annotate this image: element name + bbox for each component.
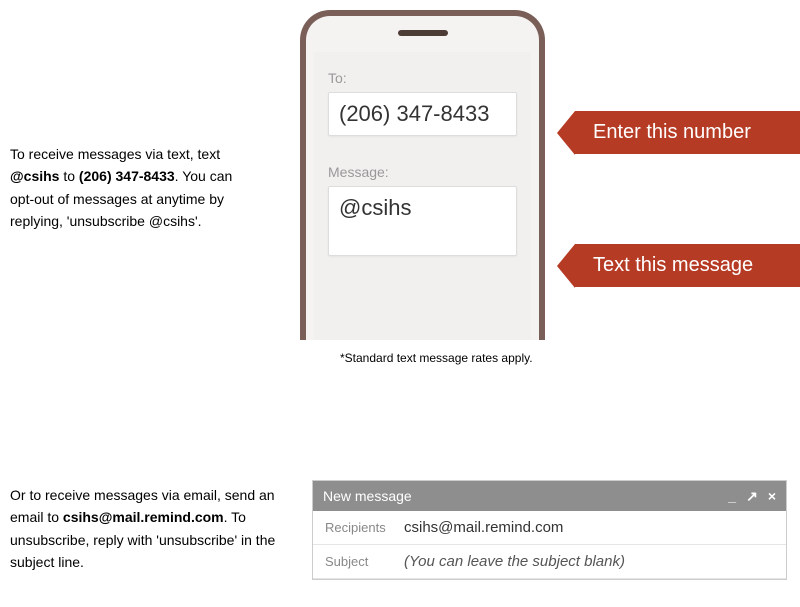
subject-label: Subject <box>325 554 390 569</box>
text-code: @csihs <box>10 168 59 184</box>
email-address: csihs@mail.remind.com <box>63 509 224 525</box>
text-instructions-prefix: To receive messages via text, text <box>10 146 220 162</box>
compose-title: New message <box>323 488 412 504</box>
text-signup-section: To receive messages via text, text @csih… <box>0 0 800 370</box>
rates-note: *Standard text message rates apply. <box>340 351 533 365</box>
callout-enter-number: Enter this number <box>575 111 800 154</box>
compose-window-controls: _ ↗ × <box>728 489 776 503</box>
phone-mockup: To: (206) 347-8433 Message: @csihs <box>300 10 545 340</box>
compose-header: New message _ ↗ × <box>313 481 786 511</box>
phone-screen: To: (206) 347-8433 Message: @csihs <box>314 52 531 340</box>
text-phone-number: (206) 347-8433 <box>79 168 175 184</box>
minimize-icon[interactable]: _ <box>728 489 736 503</box>
close-icon[interactable]: × <box>768 489 776 503</box>
to-field: To: (206) 347-8433 <box>328 70 517 136</box>
subject-placeholder: (You can leave the subject blank) <box>404 553 625 570</box>
message-value: @csihs <box>339 195 506 221</box>
email-compose-window: New message _ ↗ × Recipients csihs@mail.… <box>312 480 787 580</box>
text-instructions: To receive messages via text, text @csih… <box>10 143 250 233</box>
message-input[interactable]: @csihs <box>328 186 517 256</box>
email-instructions: Or to receive messages via email, send a… <box>10 484 280 574</box>
expand-icon[interactable]: ↗ <box>746 489 758 503</box>
message-label: Message: <box>328 164 517 180</box>
recipients-value: csihs@mail.remind.com <box>404 519 563 536</box>
to-value: (206) 347-8433 <box>339 101 506 127</box>
message-field: Message: @csihs <box>328 164 517 256</box>
text-instructions-mid: to <box>59 168 78 184</box>
subject-row[interactable]: Subject (You can leave the subject blank… <box>313 545 786 579</box>
to-input[interactable]: (206) 347-8433 <box>328 92 517 136</box>
recipients-label: Recipients <box>325 520 390 535</box>
callout-text-message: Text this message <box>575 244 800 287</box>
recipients-row[interactable]: Recipients csihs@mail.remind.com <box>313 511 786 545</box>
to-label: To: <box>328 70 517 86</box>
